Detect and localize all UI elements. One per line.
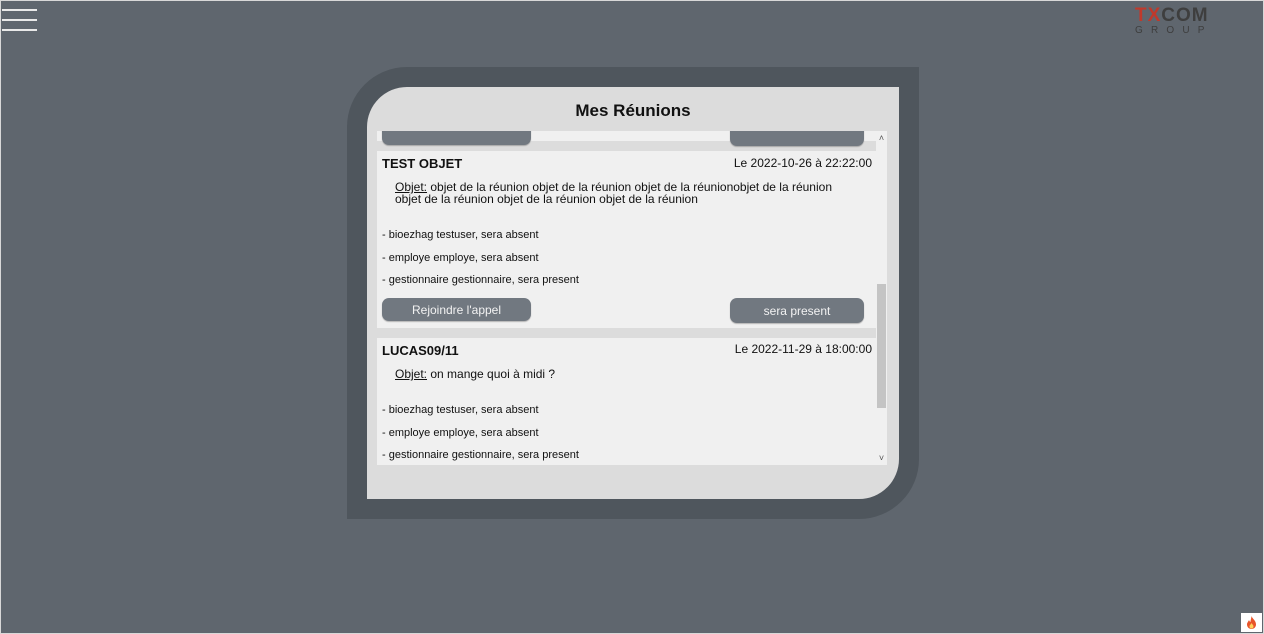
presence-button[interactable] [730,131,864,146]
meeting-card: TEST OBJET Le 2022-10-26 à 22:22:00 Obje… [377,151,878,328]
hamburger-menu-icon[interactable] [2,9,37,33]
menu-line [2,9,37,11]
meetings-list-content: TEST OBJET Le 2022-10-26 à 22:22:00 Obje… [377,131,878,465]
participant-item: - employe employe, sera absent [382,427,539,439]
logo-group: GROUP [1135,25,1213,36]
participant-item: - bioezhag testuser, sera absent [382,404,539,416]
participant-item: - gestionnaire gestionnaire, sera presen… [382,274,579,286]
menu-line [2,19,37,21]
meeting-card: LUCAS09/11 Le 2022-11-29 à 18:00:00 Obje… [377,338,878,465]
join-call-button[interactable]: Rejoindre l'appel [382,298,531,321]
join-call-button[interactable] [382,131,531,145]
participant-item: - employe employe, sera absent [382,252,539,264]
meeting-card [377,131,878,146]
participant-item: - gestionnaire gestionnaire, sera presen… [382,449,579,461]
meeting-object: Objet: objet de la réunion objet de la r… [395,181,850,205]
flame-icon[interactable] [1241,613,1262,632]
menu-line [2,29,37,31]
txcom-logo: TXCOM GROUP [1135,6,1225,36]
logo-tx: TX [1135,5,1162,26]
logo-wordmark: TXCOM [1135,6,1225,25]
object-text: objet de la réunion objet de la réunion … [395,180,832,206]
scrollbar-thumb[interactable] [877,284,886,408]
meeting-object: Objet: on mange quoi à midi ? [395,368,850,380]
chevron-down-icon[interactable]: ˅ [876,452,887,464]
panel-title: Mes Réunions [575,101,691,120]
participant-item: - bioezhag testuser, sera absent [382,229,539,241]
meeting-date: Le 2022-10-26 à 22:22:00 [733,156,872,170]
logo-com: COM [1161,5,1209,26]
presence-button[interactable]: sera present [730,298,864,323]
scrollbar[interactable]: ˄ ˅ [876,131,887,465]
meetings-panel: Mes Réunions TEST OBJET Le 2022-10-26 à … [367,87,899,499]
object-text: on mange quoi à midi ? [427,367,556,381]
chevron-up-icon[interactable]: ˄ [876,132,887,144]
object-label: Objet: [395,367,428,381]
meeting-date: Le 2022-11-29 à 18:00:00 [734,342,872,356]
meeting-title: TEST OBJET [382,156,463,171]
meetings-list[interactable]: TEST OBJET Le 2022-10-26 à 22:22:00 Obje… [377,131,887,465]
meeting-title: LUCAS09/11 [382,343,459,358]
